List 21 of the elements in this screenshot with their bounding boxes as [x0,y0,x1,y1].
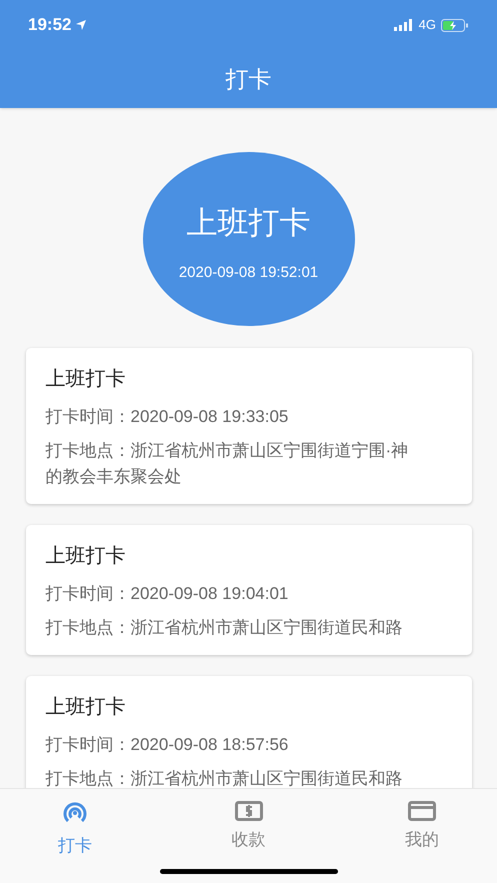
record-time: 打卡时间：2020-09-08 18:57:56 [46,734,290,756]
tab[interactable]: 我的 [387,799,457,858]
record-place: 打卡地点：浙江省杭州市萧山区宁围街道民和路 [46,768,404,788]
dollar-bill-icon [234,801,262,821]
battery-icon [441,18,469,32]
record-title: 上班打卡 [46,367,126,392]
status-time: 19:52 [28,14,72,36]
record-time: 打卡时间：2020-09-08 19:33:05 [46,406,290,428]
record-place: 打卡地点：浙江省杭州市萧山区宁围街道宁围·神的教会丰东聚会处 [46,440,410,488]
record-title: 上班打卡 [46,544,126,569]
record-time: 打卡时间：2020-09-08 19:04:01 [46,583,290,605]
punch-in-button[interactable]: 上班打卡 2020-09-08 19:52:01 [142,152,354,326]
network-label: 4G [418,16,436,34]
record-title: 上班打卡 [46,695,126,720]
page-title: 打卡 [226,64,272,94]
record-place: 打卡地点：浙江省杭州市萧山区宁围街道民和路 [46,617,404,639]
tab[interactable]: 打卡 [40,799,110,858]
location-arrow-icon [75,19,88,31]
card-icon [408,801,436,821]
tab[interactable]: 收款 [214,799,284,858]
signal-icon [394,19,414,31]
